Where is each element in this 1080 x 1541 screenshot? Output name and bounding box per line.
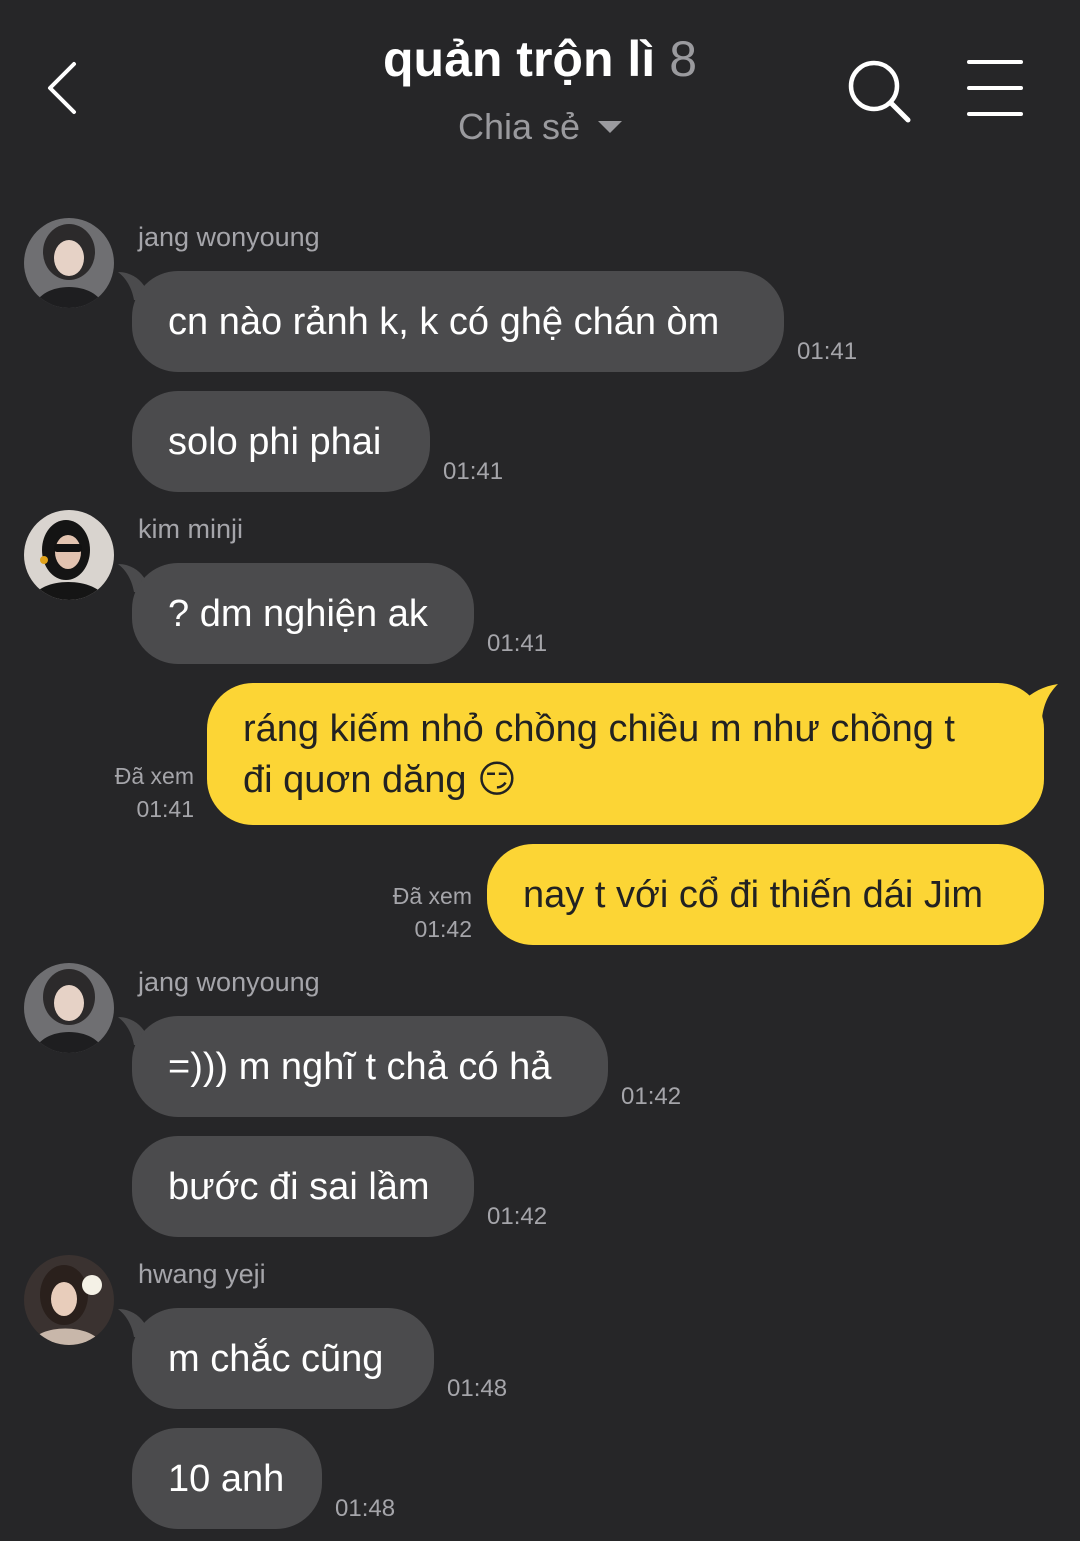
message-bubble[interactable]: ? dm nghiện ak bbox=[132, 563, 474, 664]
message-time: 01:41 bbox=[443, 458, 504, 485]
avatar-jang-wonyoung[interactable] bbox=[24, 218, 114, 308]
avatar-jang-wonyoung[interactable] bbox=[24, 963, 114, 1053]
group-title[interactable]: quản trộn lì 8 bbox=[0, 30, 1080, 88]
message-bubble[interactable]: cn nào rảnh k, k có ghệ chán òm bbox=[132, 271, 784, 372]
member-count: 8 bbox=[669, 31, 697, 87]
message-text: nay t với cổ đi thiến dái Jim bbox=[523, 873, 984, 916]
message-text-line: ráng kiếm nhỏ chồng chiều m như chồng t bbox=[243, 707, 955, 750]
message-bubble-own[interactable]: ráng kiếm nhỏ chồng chiều m như chồng t … bbox=[207, 683, 1044, 825]
read-receipt: Đã xem 01:41 bbox=[115, 760, 194, 826]
search-icon bbox=[848, 60, 911, 123]
message-text: solo phi phai bbox=[168, 420, 382, 463]
message-text: bước đi sai lầm bbox=[168, 1165, 430, 1208]
share-label: Chia sẻ bbox=[457, 106, 581, 147]
message-bubble[interactable]: =))) m nghĩ t chả có hả bbox=[132, 1016, 608, 1117]
message-bubble[interactable]: bước đi sai lầm bbox=[132, 1136, 474, 1237]
message-text: đi quơn dăng bbox=[243, 758, 467, 801]
menu-icon bbox=[967, 60, 1023, 116]
message-time: 01:42 bbox=[621, 1083, 682, 1110]
message-time: 01:42 bbox=[487, 1203, 548, 1230]
message-text: m chắc cũng bbox=[168, 1337, 384, 1380]
message-bubble-own[interactable]: nay t với cổ đi thiến dái Jim bbox=[487, 844, 1044, 945]
message-time: 01:41 bbox=[487, 630, 548, 657]
sender-name: jang wonyoung bbox=[138, 222, 320, 252]
message-bubble[interactable]: 10 anh bbox=[132, 1428, 322, 1529]
chat-header: quản trộn lì 8 Chia sẻ bbox=[0, 0, 1080, 170]
group-name: quản trộn lì bbox=[382, 31, 656, 87]
sender-name: jang wonyoung bbox=[138, 967, 320, 997]
sender-name: kim minji bbox=[138, 514, 243, 544]
message-text-line-2: đi quơn dăng 😏 bbox=[243, 754, 517, 805]
message-time: 01:41 bbox=[797, 338, 858, 365]
search-button[interactable] bbox=[844, 56, 914, 126]
seen-label: Đã xem bbox=[114, 763, 194, 789]
message-bubble[interactable]: m chắc cũng bbox=[132, 1308, 434, 1409]
menu-button[interactable] bbox=[966, 56, 1024, 120]
caret-down-icon bbox=[598, 121, 623, 134]
message-text: cn nào rảnh k, k có ghệ chán òm bbox=[168, 300, 720, 343]
message-text: =))) m nghĩ t chả có hả bbox=[168, 1045, 552, 1088]
message-text: 10 anh bbox=[168, 1457, 285, 1500]
message-time: 01:41 bbox=[136, 796, 194, 822]
avatar-kim-minji[interactable] bbox=[24, 510, 114, 600]
seen-label: Đã xem bbox=[392, 883, 472, 909]
sender-name: hwang yeji bbox=[138, 1259, 266, 1289]
message-text: ? dm nghiện ak bbox=[168, 592, 428, 635]
message-time: 01:42 bbox=[414, 916, 472, 942]
avatar-hwang-yeji[interactable] bbox=[24, 1255, 114, 1345]
message-bubble[interactable]: solo phi phai bbox=[132, 391, 430, 492]
message-time: 01:48 bbox=[335, 1495, 396, 1522]
read-receipt: Đã xem 01:42 bbox=[393, 880, 472, 946]
smirk-emoji-icon: 😏 bbox=[477, 756, 517, 801]
share-dropdown[interactable]: Chia sẻ bbox=[0, 106, 1080, 148]
message-time: 01:48 bbox=[447, 1375, 508, 1402]
